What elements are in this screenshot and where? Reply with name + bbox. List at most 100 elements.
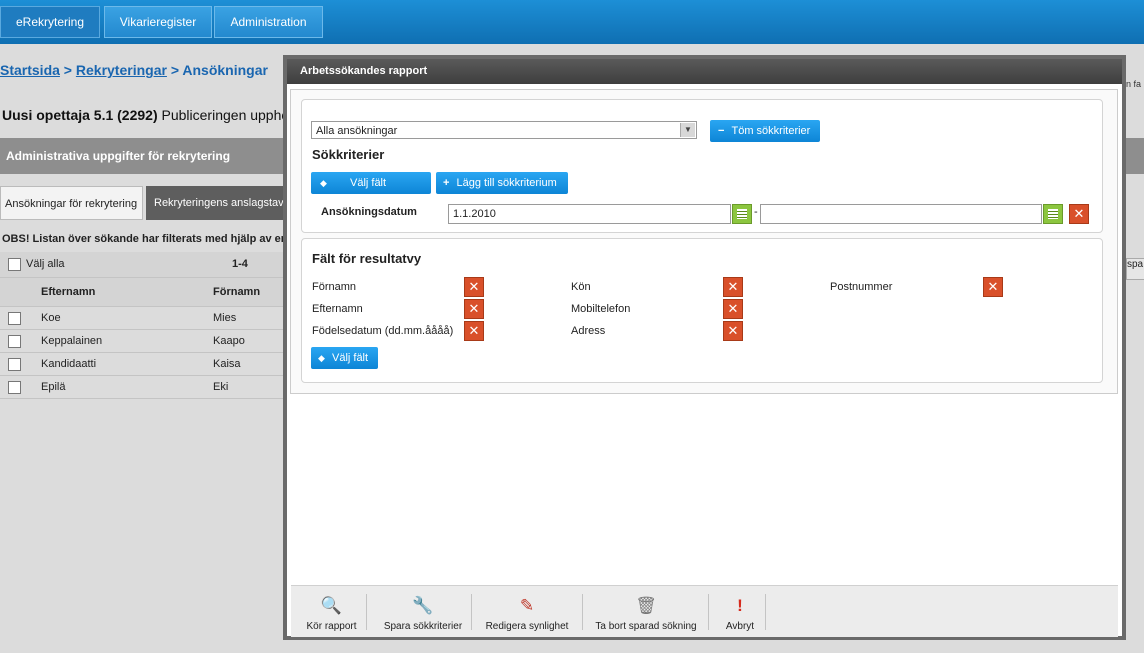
choose-field-button[interactable]: ◆ Välj fält [311,172,431,194]
remove-criterion-icon[interactable]: ✕ [1069,204,1089,224]
remove-field-icon[interactable]: ✕ [464,321,484,341]
result-field-label: Födelsedatum (dd.mm.åååå) [312,325,454,337]
plus-icon: + [443,177,450,189]
calendar-icon[interactable] [1043,204,1063,224]
filter-notice: OBS! Listan över sökande har filterats m… [2,233,286,245]
remove-field-icon[interactable]: ✕ [723,321,743,341]
row-lastname[interactable]: Epilä [41,381,65,393]
tab-erekrytering[interactable]: eRekrytering [0,6,100,38]
pencil-icon: ✎ [519,596,535,615]
calendar-icon[interactable] [732,204,752,224]
wrench-icon: 🔧 [412,596,434,615]
top-navigation-bar: eRekrytering Vikarieregister Administrat… [0,0,1144,44]
toolbar-divider [582,594,583,630]
toolbar-divider [708,594,709,630]
applicants-table: Välj alla 1-4 Efternamn Förnamn Koe Mies… [0,252,290,399]
choose-result-field-button[interactable]: ◆ Välj fält [311,347,378,369]
page-title: Uusi opettaja 5.1 (2292) Publiceringen u… [2,107,289,123]
result-field-label: Efternamn [312,303,363,315]
add-criterion-label: Lägg till sökkriterium [456,177,557,189]
results-panel [301,238,1103,383]
tab-administration[interactable]: Administration [214,6,323,38]
delete-saved-search-button[interactable]: 🗑 Ta bort sparad sökning [591,586,701,637]
report-dialog: Arbetssökandes rapport Alla ansökningar … [283,55,1126,640]
row-firstname: Kaapo [213,335,245,347]
tab-vikarieregister[interactable]: Vikarieregister [104,6,212,38]
remove-field-icon[interactable]: ✕ [723,299,743,319]
edit-visibility-label: Redigera synlighet [485,621,569,632]
chevron-down-icon: ◆ [320,178,327,188]
dialog-toolbar: 🔍 Kör rapport 🔧 Spara sökkriterier ✎ Red… [291,585,1118,637]
trash-icon: 🗑 [635,596,657,615]
magnifier-report-icon: 🔍 [320,596,343,615]
run-report-button[interactable]: 🔍 Kör rapport [299,586,364,637]
date-to-input[interactable] [760,204,1042,224]
row-checkbox[interactable] [8,358,21,371]
remove-field-icon[interactable]: ✕ [723,277,743,297]
choose-field-label: Välj fält [331,352,369,364]
date-from-input[interactable]: 1.1.2010 [448,204,731,224]
cancel-button[interactable]: ! Avbryt [715,586,765,637]
chevron-down-icon[interactable]: ▼ [680,123,695,137]
range-label: 1-4 [232,258,248,270]
remove-field-icon[interactable]: ✕ [464,277,484,297]
result-field-label: Kön [571,281,591,293]
applications-select-value: Alla ansökningar [316,125,398,137]
delete-saved-search-label: Ta bort sparad sökning [595,621,697,632]
run-report-label: Kör rapport [306,621,357,632]
clear-criteria-label: Töm sökkriterier [731,125,811,137]
row-lastname[interactable]: Keppalainen [41,335,102,347]
clipped-link-text: n fa [1126,79,1142,89]
breadcrumb: Startsida > Rekryteringar > Ansökningar [0,62,268,78]
remove-field-icon[interactable]: ✕ [983,277,1003,297]
result-field-label: Mobiltelefon [571,303,631,315]
table-row: Koe Mies [0,307,290,330]
criteria-title: Sökkriterier [312,147,385,162]
row-checkbox[interactable] [8,381,21,394]
minus-icon: − [718,125,725,137]
edit-visibility-button[interactable]: ✎ Redigera synlighet [481,586,573,637]
clear-criteria-button[interactable]: − Töm sökkriterier [710,120,820,142]
row-checkbox[interactable] [8,312,21,325]
results-title: Fält för resultatvy [312,251,422,266]
clipped-button[interactable]: spa [1126,258,1144,280]
column-header-firstname[interactable]: Förnamn [213,286,260,298]
applications-select[interactable]: Alla ansökningar ▼ [311,121,697,139]
job-title-rest: Publiceringen uppho [157,107,290,123]
row-firstname: Eki [213,381,229,393]
choose-field-label: Välj fält [349,177,387,189]
result-field-label: Postnummer [830,281,893,293]
cancel-label: Avbryt [725,621,755,632]
row-lastname[interactable]: Koe [41,312,61,324]
save-criteria-label: Spara sökkriterier [383,621,463,632]
row-checkbox[interactable] [8,335,21,348]
save-criteria-button[interactable]: 🔧 Spara sökkriterier [375,586,471,637]
breadcrumb-recruitments-link[interactable]: Rekryteringar [76,62,167,78]
date-label: Ansökningsdatum [321,206,417,218]
table-row: Kandidaatti Kaisa [0,353,290,376]
toolbar-divider [765,594,766,630]
column-header-lastname[interactable]: Efternamn [41,286,95,298]
breadcrumb-current: Ansökningar [182,62,268,78]
row-firstname: Kaisa [213,358,241,370]
tab-applications[interactable]: Ansökningar för rekrytering [0,186,143,220]
table-toolbar-row: Välj alla 1-4 [0,252,290,278]
row-firstname: Mies [213,312,237,324]
job-title-bold: Uusi opettaja 5.1 (2292) [2,107,158,123]
remove-field-icon[interactable]: ✕ [464,299,484,319]
row-lastname[interactable]: Kandidaatti [41,358,96,370]
dialog-title: Arbetssökandes rapport [287,59,1122,84]
breadcrumb-separator: > [166,62,183,78]
tab-bulletin-board[interactable]: Rekryteringens anslagstavl [146,186,296,220]
add-criterion-button[interactable]: + Lägg till sökkriterium [436,172,568,194]
table-header: Efternamn Förnamn [0,278,290,307]
breadcrumb-home-link[interactable]: Startsida [0,62,60,78]
select-all-checkbox[interactable] [8,258,21,271]
result-field-label: Adress [571,325,606,337]
table-row: Keppalainen Kaapo [0,330,290,353]
breadcrumb-separator: > [59,62,76,78]
date-separator: - [754,206,758,218]
toolbar-divider [471,594,472,630]
table-row: Epilä Eki [0,376,290,399]
toolbar-divider [366,594,367,630]
